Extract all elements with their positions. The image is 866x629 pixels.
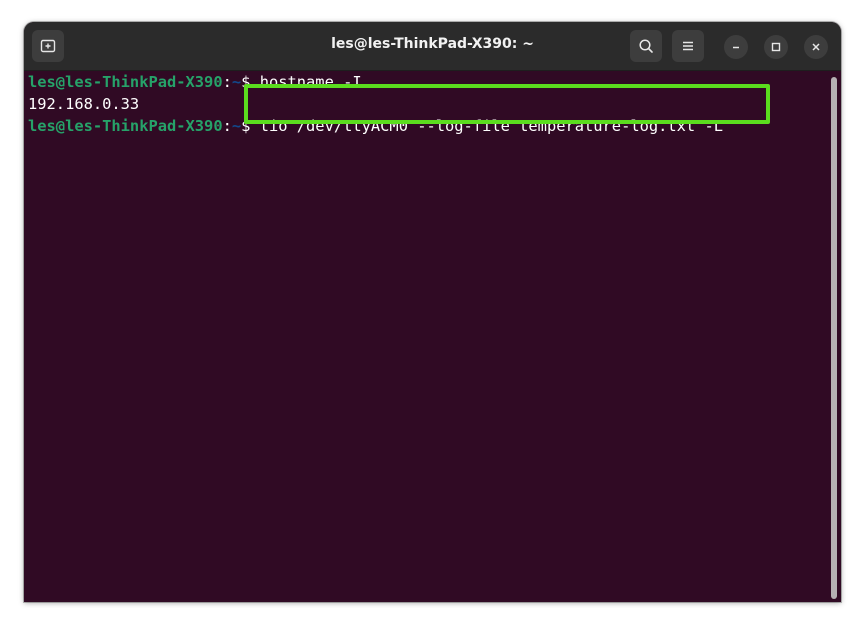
scrollbar[interactable] xyxy=(831,77,837,599)
terminal-line-output: 192.168.0.33 xyxy=(28,94,139,114)
prompt-path: ~ xyxy=(231,73,242,91)
menu-button[interactable] xyxy=(672,30,704,62)
hamburger-menu-icon xyxy=(683,41,693,51)
terminal-output-area[interactable]: les@les-ThinkPad-X390:~$ hostname -I 192… xyxy=(24,71,841,602)
search-button[interactable] xyxy=(630,30,662,62)
prompt-path: ~ xyxy=(231,117,242,135)
maximize-button[interactable] xyxy=(764,35,788,59)
search-icon xyxy=(639,39,653,53)
prompt-separator: : xyxy=(222,73,232,91)
prompt-user-host: les@les-ThinkPad-X390 xyxy=(28,117,223,135)
prompt-user-host: les@les-ThinkPad-X390 xyxy=(28,73,223,91)
window-title: les@les-ThinkPad-X390: ~ xyxy=(331,36,534,52)
highlight-box xyxy=(244,84,770,124)
minimize-icon xyxy=(733,46,739,49)
title-bar[interactable]: les@les-ThinkPad-X390: ~ xyxy=(24,22,841,71)
maximize-icon xyxy=(771,42,781,52)
close-icon xyxy=(812,43,820,51)
output-text: 192.168.0.33 xyxy=(28,95,140,113)
minimize-button[interactable] xyxy=(724,35,748,59)
prompt-separator: : xyxy=(222,117,232,135)
close-button[interactable] xyxy=(804,35,828,59)
